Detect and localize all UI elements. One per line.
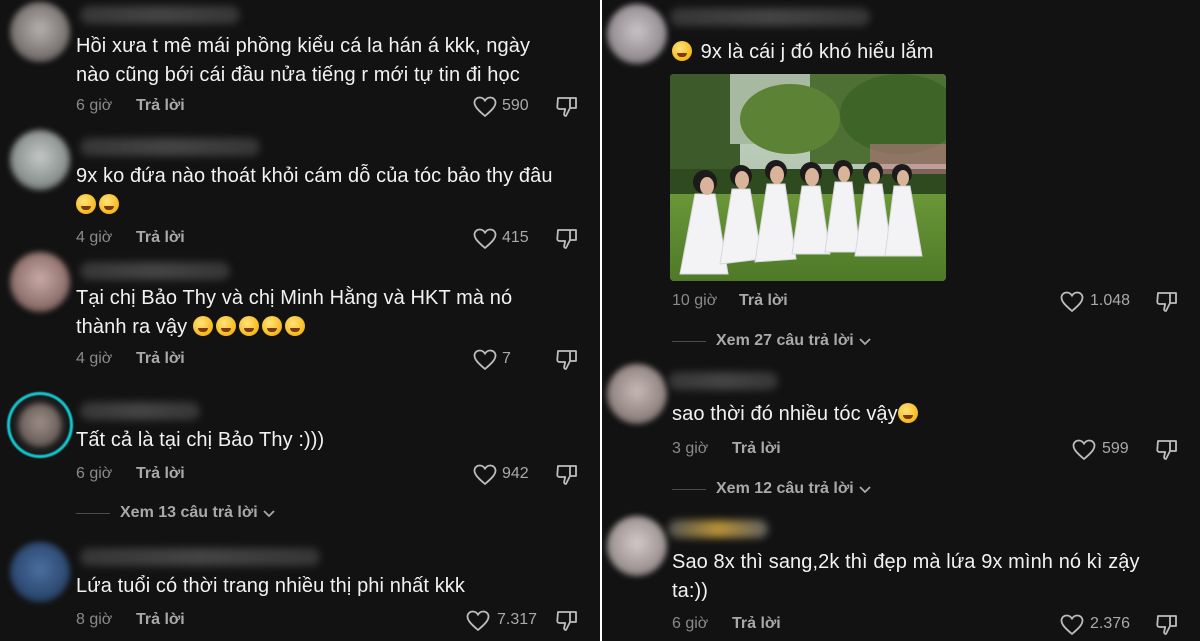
comment-text: Hồi xưa t mê mái phồng kiểu cá la hán á … [76, 35, 531, 86]
view-replies-label: Xem 13 câu trả lời [120, 504, 258, 521]
thumbs-down-outline-icon[interactable] [555, 349, 579, 371]
like-count: 7 [502, 350, 511, 367]
username[interactable] [80, 138, 260, 156]
username[interactable] [80, 402, 200, 420]
thumbs-down-outline-icon[interactable] [1155, 614, 1179, 636]
view-replies-label: Xem 27 câu trả lời [716, 332, 854, 349]
rofl-emoji-icon [99, 194, 119, 214]
rofl-emoji-icon [215, 316, 236, 336]
comment-text-body: 9x ko đứa nào thoát khỏi cám dỗ của tóc … [76, 165, 553, 187]
thumbs-down-outline-icon[interactable] [555, 228, 579, 250]
comment-time: 3 giờ [672, 440, 709, 457]
view-replies-button[interactable]: Xem 13 câu trả lời [120, 504, 276, 522]
comment-text: 9x là cái j đó khó hiểu lắm [672, 38, 1172, 67]
rofl-emoji-icon [284, 316, 305, 336]
view-replies-button[interactable]: Xem 27 câu trả lời [716, 332, 872, 350]
comment-text: sao thời đó nhiều tóc vậy [672, 400, 1172, 429]
avatar[interactable] [10, 2, 70, 62]
view-replies-label: Xem 12 câu trả lời [716, 480, 854, 497]
avatar[interactable] [607, 4, 667, 64]
username[interactable] [668, 372, 778, 390]
chevron-down-icon [263, 510, 275, 518]
reply-button[interactable]: Trả lời [136, 350, 185, 368]
like-count: 590 [502, 97, 529, 114]
avatar[interactable] [607, 516, 667, 576]
attached-photo[interactable] [670, 74, 946, 281]
like-count: 599 [1102, 440, 1129, 457]
thumbs-down-outline-icon[interactable] [1155, 439, 1179, 461]
comment-text: Tất cả là tại chị Bảo Thy :))) [76, 429, 325, 451]
username[interactable] [670, 8, 870, 26]
heart-outline-icon[interactable] [1060, 291, 1084, 313]
comment-text: Sao 8x thì sang,2k thì đẹp mà lứa 9x mìn… [672, 551, 1140, 602]
avatar[interactable] [10, 252, 70, 312]
comment-column-left: Hồi xưa t mê mái phồng kiểu cá la hán á … [0, 0, 600, 641]
username[interactable] [80, 262, 230, 280]
heart-outline-icon[interactable] [473, 96, 497, 118]
divider-line [76, 513, 110, 514]
reply-button[interactable]: Trả lời [136, 229, 185, 247]
rofl-emoji-icon [672, 41, 692, 61]
username[interactable] [80, 6, 240, 24]
comment-time: 6 giờ [672, 615, 709, 632]
comment-time: 8 giờ [76, 611, 113, 628]
thumbs-down-outline-icon[interactable] [555, 96, 579, 118]
rofl-emoji-icon [238, 316, 259, 336]
rofl-emoji-icon [76, 194, 96, 214]
divider-line [672, 489, 706, 490]
like-count: 415 [502, 229, 529, 246]
heart-outline-icon[interactable] [473, 349, 497, 371]
thumbs-down-outline-icon[interactable] [555, 464, 579, 486]
chevron-down-icon [859, 338, 871, 346]
avatar[interactable] [607, 364, 667, 424]
view-replies-button[interactable]: Xem 12 câu trả lời [716, 480, 872, 498]
comment-time: 10 giờ [672, 292, 718, 309]
comment-text: Lứa tuổi có thời trang nhiều thị phi nhấ… [76, 575, 466, 597]
username[interactable] [668, 520, 768, 538]
rofl-emoji-icon [261, 316, 282, 336]
avatar[interactable] [10, 542, 70, 602]
username[interactable] [80, 548, 320, 566]
chevron-down-icon [859, 486, 871, 494]
rofl-emoji-icon [192, 316, 213, 336]
thumbs-down-outline-icon[interactable] [1155, 291, 1179, 313]
reply-button[interactable]: Trả lời [136, 611, 185, 629]
column-divider [600, 0, 602, 641]
avatar[interactable] [10, 395, 70, 455]
reply-button[interactable]: Trả lời [739, 292, 788, 310]
comment-time: 6 giờ [76, 465, 113, 482]
class-photo-image [670, 74, 946, 281]
like-count: 942 [502, 465, 529, 482]
comment-time: 6 giờ [76, 97, 113, 114]
reply-button[interactable]: Trả lời [136, 465, 185, 483]
comment-text-body: 9x là cái j đó khó hiểu lắm [700, 41, 934, 63]
comment-text-body: sao thời đó nhiều tóc vậy [672, 403, 898, 425]
heart-outline-icon[interactable] [1072, 439, 1096, 461]
divider-line [672, 341, 706, 342]
comment-text: Tại chị Bảo Thy và chị Minh Hằng và HKT … [76, 284, 566, 342]
avatar[interactable] [10, 130, 70, 190]
comment-text: 9x ko đứa nào thoát khỏi cám dỗ của tóc … [76, 162, 596, 220]
comment-time: 4 giờ [76, 350, 113, 367]
comment-time: 4 giờ [76, 229, 113, 246]
like-count: 1.048 [1090, 292, 1131, 309]
heart-outline-icon[interactable] [473, 228, 497, 250]
reply-button[interactable]: Trả lời [732, 615, 781, 633]
heart-outline-icon[interactable] [466, 610, 490, 632]
like-count: 7.317 [497, 611, 538, 628]
heart-outline-icon[interactable] [473, 464, 497, 486]
thumbs-down-outline-icon[interactable] [555, 610, 579, 632]
like-count: 2.376 [1090, 615, 1131, 632]
smiling-halo-emoji-icon [897, 403, 918, 423]
heart-outline-icon[interactable] [1060, 614, 1084, 636]
reply-button[interactable]: Trả lời [136, 97, 185, 115]
reply-button[interactable]: Trả lời [732, 440, 781, 458]
